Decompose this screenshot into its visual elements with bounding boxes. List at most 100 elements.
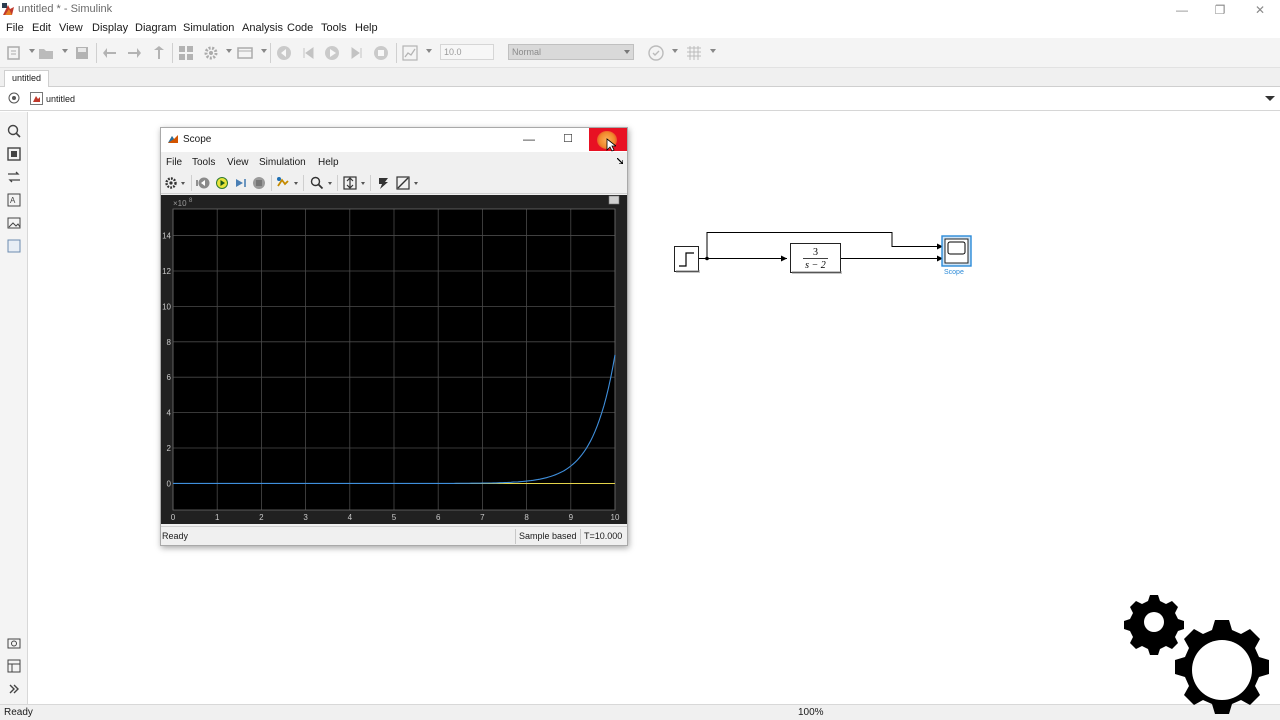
menu-view[interactable]: View: [59, 22, 83, 34]
zoom-icon[interactable]: [310, 176, 324, 190]
scope-menu-help[interactable]: Help: [318, 157, 339, 168]
highlight-block-icon[interactable]: [276, 176, 290, 190]
inspector-dropdown[interactable]: [426, 49, 432, 53]
stop-time-input[interactable]: 10.0: [440, 44, 494, 60]
simulation-mode-select[interactable]: Normal: [508, 44, 634, 60]
zoom-level: 100%: [798, 707, 824, 718]
back-arrow-icon[interactable]: [102, 45, 118, 61]
scope-menu-file[interactable]: File: [166, 157, 182, 168]
screenshot-icon[interactable]: [7, 636, 21, 650]
scope-plot[interactable]: 0 1 2 3 4 5 6 7 8 9 1002468101214×10 8: [161, 195, 627, 524]
gears-icon: [1124, 595, 1269, 714]
plot-restore-icon: [608, 195, 620, 205]
menu-simulation[interactable]: Simulation: [183, 22, 234, 34]
new-model-icon[interactable]: [6, 45, 22, 61]
minimize-button[interactable]: —: [1162, 0, 1202, 20]
highlight-dropdown[interactable]: [294, 182, 298, 185]
build-grid-icon[interactable]: [686, 45, 702, 61]
build-dropdown[interactable]: [710, 49, 716, 53]
new-model-dropdown[interactable]: [29, 49, 35, 53]
menu-code[interactable]: Code: [287, 22, 313, 34]
step-back-icon[interactable]: [276, 45, 292, 61]
x-tick-label: 8: [524, 513, 529, 522]
measurements-dropdown[interactable]: [414, 182, 418, 185]
step-back-icon[interactable]: [196, 176, 210, 190]
explorer-dropdown[interactable]: [261, 49, 267, 53]
undock-icon[interactable]: [617, 158, 623, 164]
menu-bar: File Edit View Display Diagram Simulatio…: [0, 20, 1280, 38]
library-browser-icon[interactable]: [178, 45, 194, 61]
y-exponent-label: ×10: [173, 199, 187, 208]
open-dropdown[interactable]: [62, 49, 68, 53]
tf-denominator: s − 2: [805, 260, 826, 271]
zoom-dropdown[interactable]: [328, 182, 332, 185]
simulink-app-icon: [2, 3, 14, 15]
up-arrow-icon[interactable]: [151, 45, 167, 61]
transfer-function-block[interactable]: 3 s − 2: [790, 243, 843, 275]
forward-arrow-icon[interactable]: [126, 45, 142, 61]
advisor-dropdown[interactable]: [672, 49, 678, 53]
y-tick-label: 2: [167, 444, 172, 453]
cursor-measurements-icon[interactable]: [396, 176, 410, 190]
block-diagram: 3 s − 2: [674, 232, 972, 275]
scope-maximize-button[interactable]: ☐: [555, 130, 581, 150]
model-settings-gear-icon[interactable]: [203, 45, 219, 61]
step-forward-icon[interactable]: [234, 176, 248, 190]
main-toolbar: [0, 38, 1280, 68]
matlab-icon: [168, 135, 178, 143]
model-advisor-icon[interactable]: [648, 45, 664, 61]
scope-menu-view[interactable]: View: [227, 157, 249, 168]
y-tick-label: 4: [167, 409, 172, 418]
chevron-down-icon[interactable]: [624, 50, 630, 54]
stop-icon[interactable]: [373, 45, 389, 61]
toolbar-separator: [271, 175, 272, 191]
menu-diagram[interactable]: Diagram: [135, 22, 177, 34]
autoscale-icon[interactable]: [343, 176, 357, 190]
x-tick-label: 3: [303, 513, 308, 522]
model-browser-icon[interactable]: [7, 659, 21, 673]
breadcrumb[interactable]: untitled: [46, 94, 75, 104]
menu-edit[interactable]: Edit: [32, 22, 51, 34]
restore-button[interactable]: ❐: [1200, 0, 1240, 20]
run-icon[interactable]: [324, 45, 340, 61]
scope-menu-simulation[interactable]: Simulation: [259, 157, 306, 168]
scope-block[interactable]: [941, 235, 972, 267]
close-button[interactable]: ✕: [1240, 0, 1280, 20]
scope-minimize-button[interactable]: —: [516, 130, 542, 150]
arrows-icon[interactable]: [7, 170, 21, 184]
save-icon[interactable]: [74, 45, 90, 61]
fit-to-view-icon[interactable]: [7, 147, 21, 161]
scope-settings-dropdown[interactable]: [181, 182, 185, 185]
menu-tools[interactable]: Tools: [321, 22, 347, 34]
step-block[interactable]: [674, 246, 701, 274]
x-tick-label: 0: [171, 513, 176, 522]
toolbar-separator: [96, 43, 97, 63]
tab-untitled[interactable]: untitled: [4, 70, 50, 87]
image-icon[interactable]: [7, 216, 21, 230]
open-folder-icon[interactable]: [38, 45, 54, 61]
area-icon[interactable]: [7, 239, 21, 253]
annotation-icon[interactable]: A: [7, 193, 21, 207]
settings-dropdown[interactable]: [226, 49, 232, 53]
stop-icon[interactable]: [252, 176, 266, 190]
menu-help[interactable]: Help: [355, 22, 378, 34]
menu-file[interactable]: File: [6, 22, 24, 34]
model-explorer-icon[interactable]: [237, 45, 253, 61]
menu-analysis[interactable]: Analysis: [242, 22, 283, 34]
data-inspector-icon[interactable]: [402, 45, 418, 61]
scope-settings-gear-icon[interactable]: [164, 176, 178, 190]
zoom-icon[interactable]: [7, 124, 21, 138]
hide-browser-icon[interactable]: [8, 92, 20, 104]
step-back-frame-icon[interactable]: [300, 45, 316, 61]
menu-display[interactable]: Display: [92, 22, 128, 34]
step-forward-icon[interactable]: [349, 45, 365, 61]
status-text: Ready: [4, 707, 33, 718]
chevron-down-icon[interactable]: [1265, 96, 1275, 101]
toolbar-separator: [337, 175, 338, 191]
run-icon[interactable]: [215, 176, 229, 190]
autoscale-dropdown[interactable]: [361, 182, 365, 185]
triggers-icon[interactable]: [376, 176, 390, 190]
scope-menu-tools[interactable]: Tools: [192, 157, 215, 168]
expand-palette-icon[interactable]: [7, 682, 21, 696]
status-bar: [0, 704, 1280, 720]
